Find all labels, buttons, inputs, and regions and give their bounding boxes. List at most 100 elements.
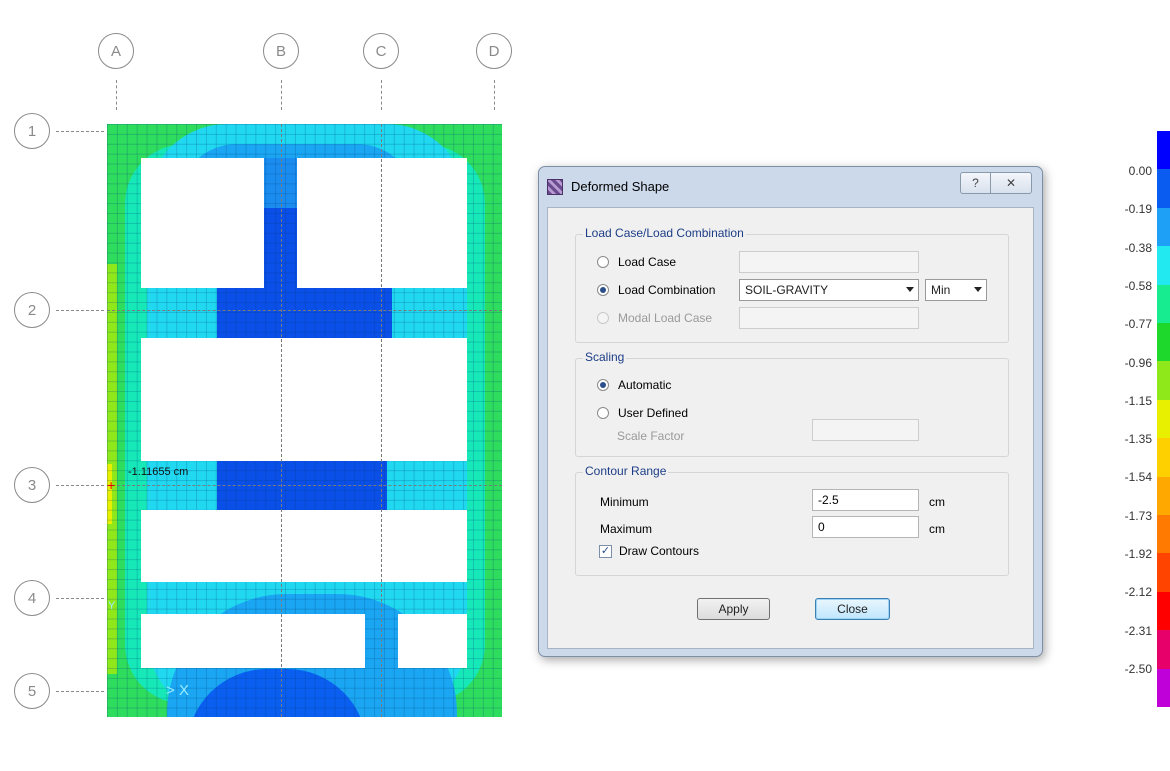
help-button[interactable]: ?: [960, 172, 991, 194]
modal-load-case-label: Modal Load Case: [618, 311, 713, 325]
grid-bubble-b: B: [263, 33, 299, 69]
min-max-value: Min: [931, 283, 951, 297]
legend-swatch: [1157, 399, 1170, 439]
load-case-field[interactable]: [739, 251, 919, 273]
maximum-unit: cm: [929, 522, 945, 536]
min-max-select[interactable]: Min: [925, 279, 987, 301]
dialog-client-area: Load Case/Load Combination Load Case Loa…: [547, 207, 1034, 649]
deformed-shape-dialog: Deformed Shape ? ✕ Load Case/Load Combin…: [538, 166, 1043, 657]
maximum-input[interactable]: [812, 516, 919, 538]
slab-opening: [141, 338, 467, 461]
slab-opening: [141, 614, 365, 668]
legend-label: -1.92: [1124, 547, 1152, 561]
maximum-label: Maximum: [600, 522, 653, 536]
legend-label: -1.15: [1124, 393, 1152, 408]
modal-load-case-field[interactable]: [739, 307, 919, 329]
grid-bubble-d: D: [476, 33, 512, 69]
load-combination-select[interactable]: SOIL-GRAVITY: [739, 279, 919, 301]
gridline-2-stub: [56, 310, 104, 311]
legend-swatch: [1157, 323, 1170, 362]
gridline-b-stub: [281, 80, 282, 110]
legend-label: -0.38: [1124, 240, 1152, 255]
checkbox-checked-icon[interactable]: ✓: [599, 544, 612, 558]
minimum-input[interactable]: [812, 489, 919, 511]
legend-label: -0.58: [1124, 278, 1152, 293]
automatic-label: Automatic: [618, 378, 672, 392]
legend-label: -1.54: [1124, 470, 1152, 485]
close-button[interactable]: Close: [815, 598, 890, 620]
load-case-group-title: Load Case/Load Combination: [583, 226, 746, 240]
user-defined-radio[interactable]: User Defined: [597, 406, 688, 420]
legend-label: 0.00: [1128, 164, 1152, 178]
grid-bubble-5: 5: [14, 673, 50, 709]
grid-bubble-a: A: [98, 33, 134, 69]
legend-swatch: [1157, 169, 1170, 209]
grid-bubble-c: C: [363, 33, 399, 69]
legend-swatch: [1157, 476, 1170, 516]
legend-swatch: [1157, 438, 1170, 478]
modal-load-case-radio-button[interactable]: [597, 312, 609, 324]
gridline-b: [281, 124, 282, 717]
apply-button[interactable]: Apply: [697, 598, 770, 620]
load-case-label: Load Case: [618, 255, 677, 269]
legend-swatch: [1157, 284, 1170, 324]
legend-swatch: [1157, 630, 1170, 670]
displacement-contour-plot[interactable]: [107, 124, 502, 717]
user-defined-label: User Defined: [618, 406, 689, 420]
grid-bubble-4: 4: [14, 580, 50, 616]
close-icon: ✕: [1005, 176, 1017, 190]
help-icon: ?: [972, 176, 979, 190]
slab-opening: [398, 614, 467, 668]
minimum-unit: cm: [929, 495, 945, 509]
slab-opening: [141, 158, 264, 288]
scaling-group-title: Scaling: [583, 350, 627, 364]
gridline-c: [381, 124, 382, 717]
minimum-label: Minimum: [600, 495, 649, 509]
legend-swatch: [1157, 131, 1170, 170]
gridline-4-stub: [56, 598, 104, 599]
load-combination-value: SOIL-GRAVITY: [745, 283, 829, 297]
load-combination-radio[interactable]: Load Combination: [597, 283, 715, 297]
load-case-radio-button[interactable]: [597, 256, 609, 268]
draw-contours-checkbox[interactable]: ✓ Draw Contours: [599, 544, 699, 558]
legend-label: -2.50: [1124, 661, 1152, 676]
close-window-button[interactable]: ✕: [990, 172, 1032, 194]
legend-swatch: [1157, 361, 1170, 401]
legend-label: -2.12: [1124, 585, 1152, 600]
grid-bubble-1: 1: [14, 113, 50, 149]
gridline-2: [107, 310, 502, 311]
automatic-radio-button[interactable]: [597, 379, 609, 391]
user-defined-radio-button[interactable]: [597, 407, 609, 419]
dialog-title: Deformed Shape: [571, 179, 670, 194]
scale-factor-label: Scale Factor: [617, 429, 685, 443]
grid-bubble-2: 2: [14, 292, 50, 328]
x-axis-label: X: [178, 682, 189, 699]
x-axis-indicator: > X: [166, 682, 189, 699]
y-axis-label: Y: [108, 600, 116, 612]
load-case-radio[interactable]: Load Case: [597, 255, 676, 269]
automatic-radio[interactable]: Automatic: [597, 378, 671, 392]
displacement-marker: +: [107, 477, 116, 493]
gridline-5-stub: [56, 691, 104, 692]
load-combination-radio-button[interactable]: [597, 284, 609, 296]
scale-factor-field[interactable]: [812, 419, 919, 441]
legend-swatch: [1157, 553, 1170, 593]
dropdown-arrow-icon: [974, 287, 982, 292]
legend-swatch: [1157, 246, 1170, 286]
contour-region: [107, 464, 112, 524]
gridline-3-stub: [56, 485, 104, 486]
legend-label: -0.96: [1124, 355, 1152, 370]
legend-label: -1.73: [1124, 508, 1152, 523]
slab-opening: [297, 158, 467, 288]
legend-label: -0.77: [1124, 317, 1152, 332]
legend-label: -2.31: [1124, 623, 1152, 638]
modal-load-case-radio[interactable]: Modal Load Case: [597, 311, 712, 325]
legend-swatch: [1157, 668, 1170, 708]
gridline-a-stub: [116, 80, 117, 110]
contour-region: [217, 288, 392, 338]
contour-range-group-title: Contour Range: [583, 464, 669, 478]
app-icon: [547, 179, 563, 195]
dialog-titlebar[interactable]: Deformed Shape ? ✕: [539, 167, 1042, 207]
contour-region: [217, 461, 387, 511]
legend-swatch: [1157, 207, 1170, 247]
